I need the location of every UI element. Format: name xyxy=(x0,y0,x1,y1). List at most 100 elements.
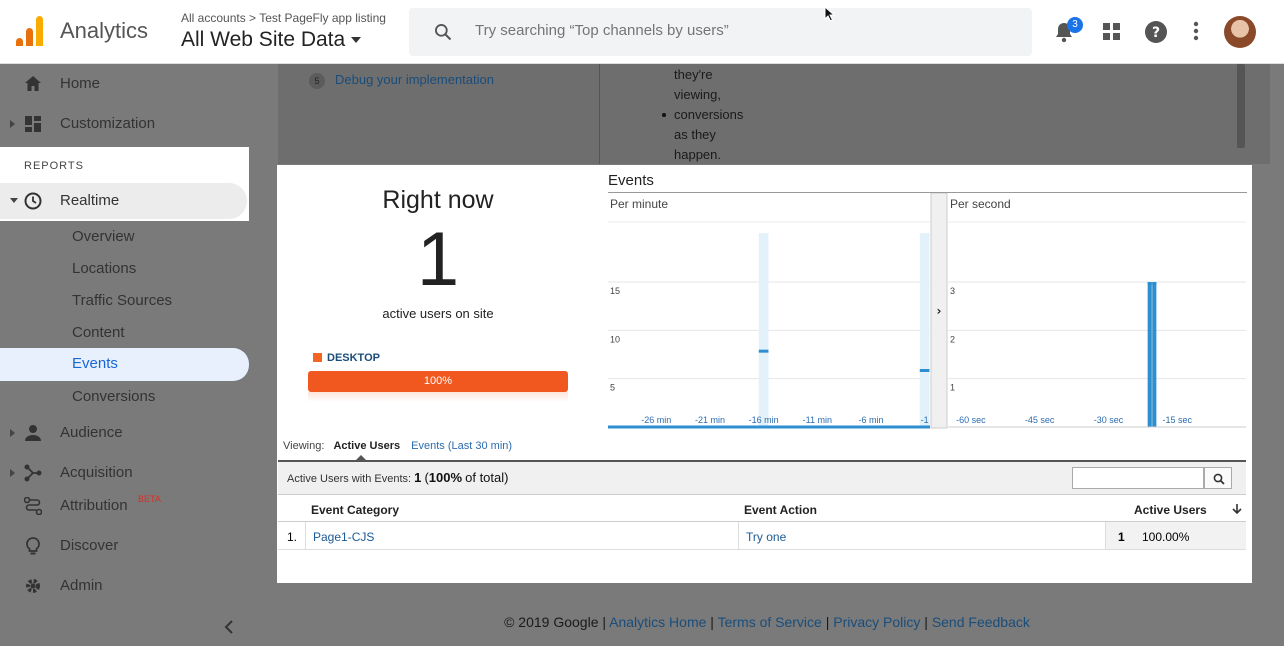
apps-grid-icon[interactable] xyxy=(1103,23,1120,40)
summary-value: 1 xyxy=(414,470,422,485)
view-selector[interactable]: All Web Site Data xyxy=(181,28,362,52)
sidebar-item-conversions[interactable]: Conversions xyxy=(0,381,249,413)
sidebar-item-label: Locations xyxy=(72,260,137,277)
search-icon xyxy=(435,24,452,41)
app-name: Analytics xyxy=(60,18,149,43)
summary-suffix: of total) xyxy=(465,470,509,485)
footer-link-terms[interactable]: Terms of Service xyxy=(718,614,822,630)
avatar[interactable] xyxy=(1224,16,1256,48)
sidebar-item-label: Discover xyxy=(60,537,119,554)
chart-bar xyxy=(1152,282,1157,427)
top-bar: Analytics All accounts > Test PageFly ap… xyxy=(0,0,1284,64)
x-tick-label: -11 min xyxy=(803,415,832,425)
feature-bullets: they're viewing, conversions as they hap… xyxy=(662,65,743,165)
gear-icon xyxy=(26,579,40,593)
more-vert-icon[interactable] xyxy=(1193,21,1199,41)
footer-separator: | xyxy=(825,614,830,630)
y-tick-label: 1 xyxy=(950,383,955,393)
chart-bar-cap xyxy=(1152,282,1157,285)
sidebar-item-label: Attribution xyxy=(60,497,128,514)
table-search-button[interactable] xyxy=(1204,467,1232,489)
debug-step: 5 Debug your implementation xyxy=(309,72,494,89)
table-summary: Active Users with Events: 1 (100% of tot… xyxy=(278,462,1246,495)
viewing-label: Viewing: xyxy=(283,440,325,452)
sidebar-item-label: Overview xyxy=(72,228,135,245)
view-name: All Web Site Data xyxy=(181,28,346,51)
device-label: DESKTOP xyxy=(327,352,380,364)
sidebar-item-admin[interactable]: Admin xyxy=(0,568,249,604)
footer-link-feedback[interactable]: Send Feedback xyxy=(932,614,1030,630)
bullet-line: as they xyxy=(674,127,716,142)
bullet-line: they're xyxy=(674,67,713,82)
chart-title: Per second xyxy=(950,197,1011,211)
svg-text:?: ? xyxy=(1152,25,1160,41)
sidebar-item-overview[interactable]: Overview xyxy=(0,221,249,253)
search-icon xyxy=(1213,473,1225,485)
chart-title: Per minute xyxy=(610,197,668,211)
sidebar-item-home[interactable]: Home xyxy=(0,66,249,102)
footer-separator: | xyxy=(602,614,607,630)
chart-bar-cap xyxy=(758,349,769,353)
divider xyxy=(599,64,600,164)
sidebar-item-content[interactable]: Content xyxy=(0,317,249,349)
chart-bar-cap xyxy=(919,369,930,372)
search-bar[interactable] xyxy=(409,8,1032,56)
column-header-event-action[interactable]: Event Action xyxy=(744,503,817,517)
tab-active-users[interactable]: Active Users xyxy=(333,440,400,452)
event-action-link[interactable]: Try one xyxy=(746,530,786,544)
x-tick-label: -16 min xyxy=(749,415,779,425)
column-header-active-users[interactable]: Active Users xyxy=(1134,503,1207,517)
bullet-line: happen. xyxy=(674,147,721,162)
table-search-input[interactable] xyxy=(1072,467,1204,489)
sidebar-item-attribution[interactable]: Attribution BETA xyxy=(0,488,249,524)
breadcrumb-property[interactable]: Test PageFly app listing xyxy=(259,11,386,25)
debug-link[interactable]: Debug your implementation xyxy=(335,72,494,87)
table-header: Event Category Event Action Active Users xyxy=(278,495,1246,522)
event-category-link[interactable]: Page1-CJS xyxy=(313,530,374,544)
expand-arrow-icon xyxy=(10,120,15,128)
x-tick-label: -30 sec xyxy=(1094,415,1124,425)
x-tick-label: -26 min xyxy=(641,415,671,425)
events-charts: Per minute 5 10 15 -26 min -21 min -16 min -11 … xyxy=(608,193,1246,429)
sidebar-item-audience[interactable]: Audience xyxy=(0,415,249,451)
sidebar-item-label: Content xyxy=(72,324,125,341)
attribution-icon xyxy=(24,497,42,515)
expand-chevron-icon[interactable]: › xyxy=(937,304,942,318)
sidebar-item-acquisition[interactable]: Acquisition xyxy=(0,455,249,491)
sidebar-item-locations[interactable]: Locations xyxy=(0,253,249,285)
scrollbar-thumb[interactable] xyxy=(1237,64,1245,148)
sort-down-arrow-icon[interactable] xyxy=(1232,503,1242,515)
bullet-line: viewing, xyxy=(674,87,721,102)
x-tick-label: -6 min xyxy=(858,415,883,425)
sidebar: Home Customization REPORTS Realtime Over… xyxy=(0,64,249,646)
analytics-logo[interactable] xyxy=(14,14,44,46)
x-tick-label: -60 sec xyxy=(956,415,986,425)
sidebar-item-traffic-sources[interactable]: Traffic Sources xyxy=(0,285,249,317)
notification-badge: 3 xyxy=(1067,17,1083,33)
summary-label: Active Users with Events: xyxy=(287,473,412,485)
sidebar-item-events[interactable]: Events xyxy=(0,348,249,381)
sidebar-item-label: Traffic Sources xyxy=(72,292,173,309)
caret-down-icon xyxy=(351,37,362,44)
y-tick-label: 3 xyxy=(950,286,955,296)
sidebar-item-realtime[interactable]: Realtime xyxy=(0,183,247,219)
footer-link-privacy[interactable]: Privacy Policy xyxy=(833,614,920,630)
breadcrumb-root[interactable]: All accounts xyxy=(181,11,246,25)
help-icon[interactable]: ? xyxy=(1145,21,1167,43)
sidebar-item-customization[interactable]: Customization xyxy=(0,106,249,142)
column-header-event-category[interactable]: Event Category xyxy=(311,503,399,517)
sidebar-item-label: Acquisition xyxy=(60,464,133,481)
lightbulb-icon xyxy=(26,537,40,555)
search-input[interactable] xyxy=(475,22,995,39)
dashboard-icon xyxy=(25,116,41,132)
footer-link-analytics-home[interactable]: Analytics Home xyxy=(609,614,706,630)
x-tick-label: -15 sec xyxy=(1162,415,1192,425)
footer-separator: | xyxy=(710,614,714,630)
sidebar-item-discover[interactable]: Discover xyxy=(0,528,249,564)
footer-separator: | xyxy=(924,614,928,630)
person-icon xyxy=(25,425,41,441)
device-legend-swatch xyxy=(313,353,322,362)
breadcrumb: All accounts > Test PageFly app listing xyxy=(181,11,386,25)
expand-arrow-icon xyxy=(10,429,15,437)
tab-events-last-30-min[interactable]: Events (Last 30 min) xyxy=(411,440,512,452)
